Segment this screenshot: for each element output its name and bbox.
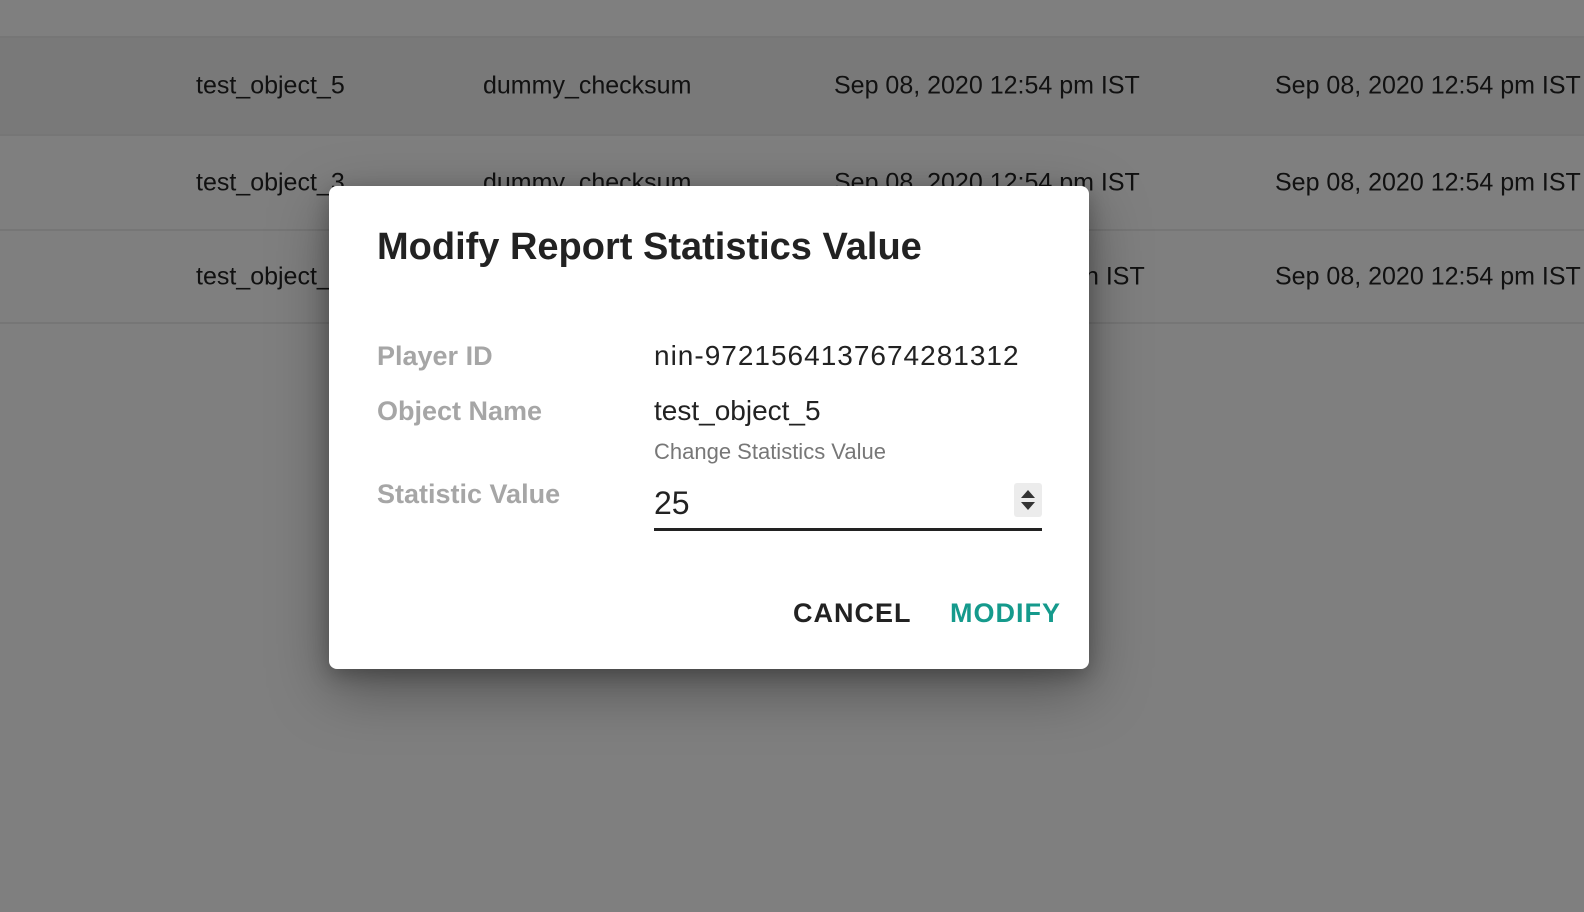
statistic-input-label: Change Statistics Value <box>654 439 886 464</box>
object-name-value: test_object_5 <box>654 395 821 426</box>
statistic-value-field: Change Statistics Value <box>654 439 1042 535</box>
stepper-up-icon[interactable] <box>1021 490 1035 498</box>
statistic-value-input[interactable] <box>654 479 1042 531</box>
object-name-label: Object Name <box>377 396 543 426</box>
cancel-button[interactable]: CANCEL <box>793 598 912 629</box>
modify-button[interactable]: MODIFY <box>950 598 1061 629</box>
stepper-down-icon[interactable] <box>1021 502 1035 510</box>
player-id-value: nin-9721564137674281312 <box>654 340 1020 371</box>
number-stepper[interactable] <box>1014 483 1042 517</box>
statistic-value-label: Statistic Value <box>377 479 561 509</box>
modify-statistics-dialog: Modify Report Statistics Value Player ID… <box>329 186 1089 669</box>
player-id-label: Player ID <box>377 341 493 371</box>
dialog-title: Modify Report Statistics Value <box>377 226 922 268</box>
